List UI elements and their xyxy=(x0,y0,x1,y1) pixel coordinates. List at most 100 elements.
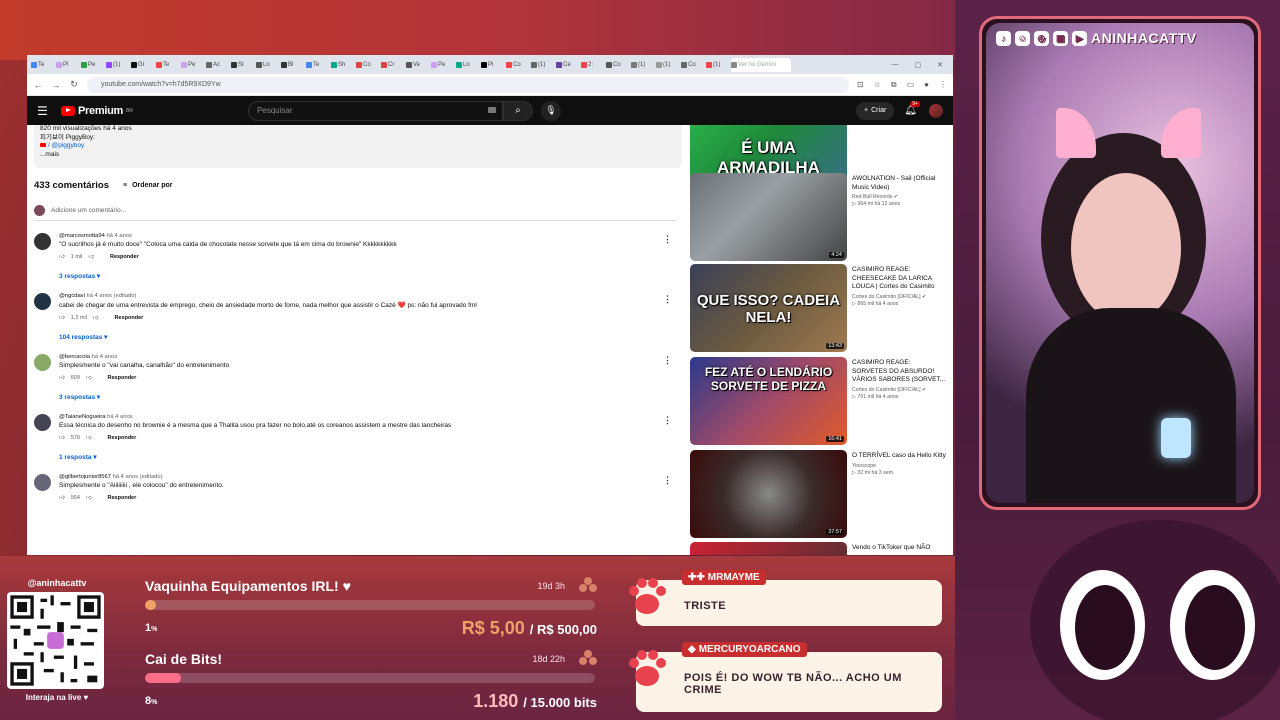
like-icon[interactable]: 👍︎ xyxy=(59,435,65,441)
browser-tab[interactable]: (1) xyxy=(706,58,729,72)
like-icon[interactable]: 👍︎ xyxy=(59,375,65,381)
video-thumbnail[interactable] xyxy=(690,542,847,555)
recommended-video[interactable]: FEZ ATÉ O LENDÁRIO SORVETE DE PIZZA 16:41… xyxy=(690,357,953,445)
like-icon[interactable]: 👍︎ xyxy=(59,495,65,501)
browser-tab[interactable]: Co xyxy=(606,58,629,72)
show-replies-button[interactable]: 1 resposta ▾ xyxy=(59,453,679,461)
comment-author-name[interactable]: @marcosmotta94 xyxy=(59,233,106,239)
browser-tab[interactable]: Ce xyxy=(556,58,579,72)
browser-tab[interactable]: Gi xyxy=(131,58,154,72)
search-button[interactable]: ⌕ xyxy=(502,100,533,121)
search-input[interactable]: Pesquisar xyxy=(247,100,503,121)
reply-button[interactable]: Responder xyxy=(108,375,137,381)
browser-tab[interactable]: Pl xyxy=(56,58,79,72)
reply-button[interactable]: Responder xyxy=(110,254,139,260)
recommended-video[interactable]: Vendo o TikToker que NÃO xyxy=(690,542,953,555)
keyboard-icon[interactable] xyxy=(487,106,496,113)
like-icon[interactable]: 👍︎ xyxy=(59,315,65,321)
create-button[interactable]: + Criar xyxy=(856,101,895,120)
account-avatar[interactable] xyxy=(929,103,943,118)
comment-menu-icon[interactable]: ⋮ xyxy=(663,355,672,366)
comment-author-name[interactable]: @ngcdavi xyxy=(59,293,86,299)
browser-tab[interactable]: Te xyxy=(306,58,329,72)
forward-icon[interactable]: → xyxy=(51,80,61,90)
browser-tab[interactable]: Pe xyxy=(431,58,454,72)
comment-author[interactable]: @ngcdavi há 4 anos (editado) xyxy=(59,293,679,299)
comment-menu-icon[interactable]: ⋮ xyxy=(663,415,672,426)
browser-tab[interactable]: St xyxy=(231,58,254,72)
comment-menu-icon[interactable]: ⋮ xyxy=(663,475,672,486)
dislike-icon[interactable]: 👎︎ xyxy=(86,375,92,381)
browser-tab[interactable]: (1) xyxy=(531,58,554,72)
dislike-icon[interactable]: 👎︎ xyxy=(93,315,99,321)
browser-tab[interactable]: Co xyxy=(506,58,529,72)
video-thumbnail[interactable]: 37:57 xyxy=(690,450,847,538)
browser-tab[interactable]: Te xyxy=(31,58,54,72)
maximize-icon[interactable]: ▢ xyxy=(915,61,922,69)
browser-tab[interactable]: (1) xyxy=(656,58,679,72)
show-replies-button[interactable]: 104 respostas ▾ xyxy=(59,333,679,341)
hamburger-menu-icon[interactable]: ☰ xyxy=(37,104,53,118)
video-title[interactable]: AWOLNATION - Sail (Official Music Video) xyxy=(852,175,947,192)
comment-avatar[interactable] xyxy=(34,233,51,250)
install-icon[interactable]: ⊡ xyxy=(857,80,864,90)
show-replies-button[interactable]: 3 respostas ▾ xyxy=(59,393,679,401)
recommended-video[interactable]: 4:24 AWOLNATION - Sail (Official Music Vi… xyxy=(690,173,953,261)
browser-menu-icon[interactable]: ⋮ xyxy=(939,80,947,90)
browser-tab[interactable]: Lo xyxy=(256,58,279,72)
video-description[interactable]: 820 mil visualizações há 4 anos 피기보이 Pig… xyxy=(34,125,682,168)
recommended-video[interactable]: 37:57 O TERRÍVEL caso da Hello Kitty Yinos… xyxy=(690,450,953,538)
comment-author-name[interactable]: @TaianeNogueira xyxy=(59,414,107,420)
video-title[interactable]: Vendo o TikToker que NÃO xyxy=(852,544,947,553)
extensions-icon[interactable]: ⧉ xyxy=(891,80,897,90)
back-icon[interactable]: ← xyxy=(33,80,43,90)
browser-tab[interactable]: Pe xyxy=(181,58,204,72)
reply-button[interactable]: Responder xyxy=(108,435,137,441)
comment-author[interactable]: @marcosmotta94 há 4 anos xyxy=(59,233,679,239)
channel-name[interactable]: Red Bull Records ✔ xyxy=(852,194,947,200)
channel-name[interactable]: Yinoscope xyxy=(852,463,947,469)
browser-tab[interactable]: Co xyxy=(356,58,379,72)
notifications-button[interactable]: 🔔︎ 9+ xyxy=(904,101,920,116)
browser-tab[interactable]: Pe xyxy=(81,58,104,72)
recommended-video[interactable]: QUE ISSO? CADEIA NELA! 13:43 CASIMIRO REAG… xyxy=(690,264,953,352)
show-more-link[interactable]: ...mais xyxy=(40,151,675,160)
sort-button[interactable]: ≡ Ordenar por xyxy=(123,182,173,189)
video-thumbnail[interactable]: 4:24 xyxy=(690,173,847,261)
browser-tab[interactable]: Bl xyxy=(281,58,304,72)
comment-avatar[interactable] xyxy=(34,293,51,310)
browser-tab[interactable]: Cr xyxy=(381,58,404,72)
browser-tab[interactable]: Te xyxy=(156,58,179,72)
comment-avatar[interactable] xyxy=(34,414,51,431)
browser-tab[interactable]: 2: xyxy=(581,58,604,72)
like-icon[interactable]: 👍︎ xyxy=(59,254,65,260)
browser-tab[interactable]: Sh xyxy=(331,58,354,72)
comment-menu-icon[interactable]: ⋮ xyxy=(663,294,672,305)
dislike-icon[interactable]: 👎︎ xyxy=(86,435,92,441)
video-title[interactable]: CASIMIRO REAGE: SORVETES DO ABSURDO! VÁR… xyxy=(852,359,947,385)
video-thumbnail[interactable]: QUE ISSO? CADEIA NELA! 13:43 xyxy=(690,264,847,352)
reply-button[interactable]: Responder xyxy=(108,495,137,501)
browser-tab[interactable]: (1) xyxy=(106,58,129,72)
bookmark-icon[interactable]: ☆ xyxy=(874,80,881,90)
minimize-icon[interactable]: — xyxy=(892,61,899,69)
browser-tab[interactable]: Lo xyxy=(456,58,479,72)
show-replies-button[interactable]: 3 respostas ▾ xyxy=(59,272,679,280)
dislike-icon[interactable]: 👎︎ xyxy=(86,495,92,501)
url-field[interactable]: youtube.com/watch?v=h7d5R9XD9Yw xyxy=(87,76,849,93)
comment-avatar[interactable] xyxy=(34,474,51,491)
voice-search-button[interactable]: 🎙︎ xyxy=(540,100,561,121)
video-thumbnail[interactable]: FEZ ATÉ O LENDÁRIO SORVETE DE PIZZA 16:41 xyxy=(690,357,847,445)
channel-name[interactable]: Cortes do Casimito [OFICIAL] ✔ xyxy=(852,294,947,300)
add-comment-field[interactable]: Adicione um comentário... xyxy=(34,205,677,221)
reply-button[interactable]: Responder xyxy=(115,315,144,321)
comment-menu-icon[interactable]: ⋮ xyxy=(663,234,672,245)
video-title[interactable]: O TERRÍVEL caso da Hello Kitty xyxy=(852,452,947,461)
video-title[interactable]: CASIMIRO REAGE: CHEESECAKE DA LARICA LOU… xyxy=(852,266,947,292)
browser-tab[interactable]: Ve xyxy=(406,58,429,72)
sidebar-icon[interactable]: ▭ xyxy=(907,80,915,90)
comment-author[interactable]: @bercacola há 4 anos xyxy=(59,354,679,360)
comment-avatar[interactable] xyxy=(34,354,51,371)
dislike-icon[interactable]: 👎︎ xyxy=(88,254,94,260)
browser-tab[interactable]: Pi xyxy=(481,58,504,72)
